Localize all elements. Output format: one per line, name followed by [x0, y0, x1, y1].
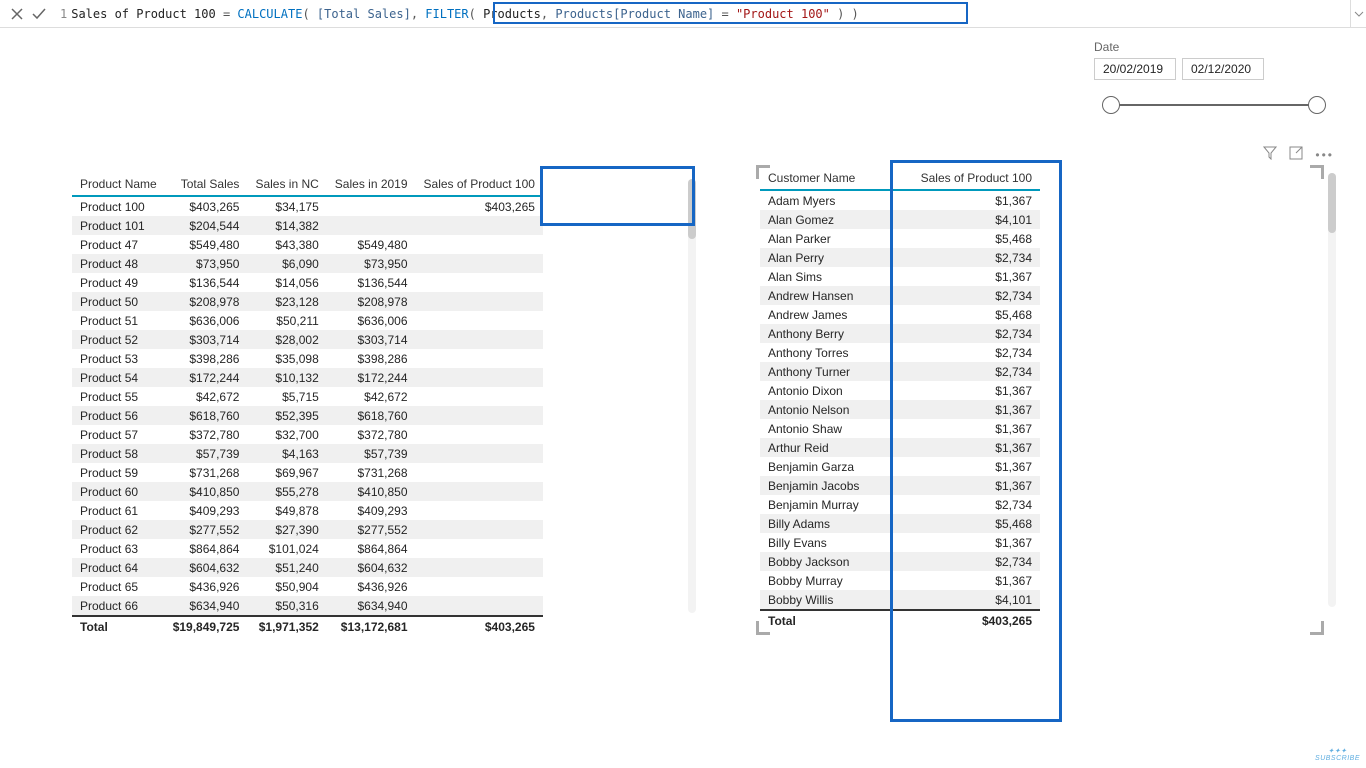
table-row[interactable]: Product 49$136,544$14,056$136,544	[72, 273, 543, 292]
table-row[interactable]: Product 62$277,552$27,390$277,552	[72, 520, 543, 539]
table-row[interactable]: Anthony Torres$2,734	[760, 343, 1040, 362]
table-row[interactable]: Product 50$208,978$23,128$208,978	[72, 292, 543, 311]
table-row[interactable]: Arthur Reid$1,367	[760, 438, 1040, 457]
table-row[interactable]: Andrew Hansen$2,734	[760, 286, 1040, 305]
scrollbar-vertical[interactable]	[1328, 173, 1336, 607]
formula-line-number: 1	[60, 7, 67, 21]
table-row[interactable]: Product 57$372,780$32,700$372,780	[72, 425, 543, 444]
table-row[interactable]: Product 65$436,926$50,904$436,926	[72, 577, 543, 596]
selection-corner	[756, 165, 770, 179]
table-row[interactable]: Product 61$409,293$49,878$409,293	[72, 501, 543, 520]
slider-thumb-start[interactable]	[1102, 96, 1120, 114]
table-row[interactable]: Bobby Murray$1,367	[760, 571, 1040, 590]
table-row[interactable]: Bobby Willis$4,101	[760, 590, 1040, 610]
table-row[interactable]: Anthony Berry$2,734	[760, 324, 1040, 343]
table-row[interactable]: Alan Perry$2,734	[760, 248, 1040, 267]
customer-sales-table: Customer NameSales of Product 100Adam My…	[760, 167, 1040, 631]
formula-input[interactable]: Sales of Product 100 = CALCULATE( [Total…	[71, 7, 859, 21]
table-row[interactable]: Product 60$410,850$55,278$410,850	[72, 482, 543, 501]
table-row[interactable]: Product 59$731,268$69,967$731,268	[72, 463, 543, 482]
table-row[interactable]: Andrew James$5,468	[760, 305, 1040, 324]
customer-sales-table-visual[interactable]: Customer NameSales of Product 100Adam My…	[760, 166, 1320, 631]
check-icon	[32, 8, 46, 20]
table-row[interactable]: Alan Sims$1,367	[760, 267, 1040, 286]
selection-corner	[1310, 165, 1324, 179]
visual-header-actions: •••	[1263, 146, 1334, 163]
table-row[interactable]: Product 55$42,672$5,715$42,672	[72, 387, 543, 406]
column-header[interactable]: Sales in 2019	[327, 173, 416, 196]
table-row[interactable]: Product 101$204,544$14,382	[72, 216, 543, 235]
table-row[interactable]: Product 51$636,006$50,211$636,006	[72, 311, 543, 330]
table-row[interactable]: Product 56$618,760$52,395$618,760	[72, 406, 543, 425]
column-header[interactable]: Sales of Product 100	[416, 173, 543, 196]
column-header[interactable]: Sales of Product 100	[890, 167, 1040, 190]
table-row[interactable]: Antonio Dixon$1,367	[760, 381, 1040, 400]
close-icon	[11, 8, 23, 20]
column-header[interactable]: Customer Name	[760, 167, 890, 190]
table-row[interactable]: Antonio Shaw$1,367	[760, 419, 1040, 438]
slicer-title: Date	[1094, 40, 1334, 54]
table-row[interactable]: Benjamin Garza$1,367	[760, 457, 1040, 476]
table-row[interactable]: Alan Parker$5,468	[760, 229, 1040, 248]
table-row[interactable]: Product 58$57,739$4,163$57,739	[72, 444, 543, 463]
table-row[interactable]: Billy Adams$5,468	[760, 514, 1040, 533]
table-row[interactable]: Benjamin Jacobs$1,367	[760, 476, 1040, 495]
table-row[interactable]: Alan Gomez$4,101	[760, 210, 1040, 229]
date-slicer[interactable]: Date 20/02/2019 02/12/2020	[1094, 40, 1334, 122]
slider-thumb-end[interactable]	[1308, 96, 1326, 114]
table-row[interactable]: Product 100$403,265$34,175$403,265	[72, 196, 543, 216]
date-slider[interactable]	[1094, 92, 1334, 122]
date-end-input[interactable]: 02/12/2020	[1182, 58, 1264, 80]
table-row[interactable]: Product 47$549,480$43,380$549,480	[72, 235, 543, 254]
table-row[interactable]: Product 52$303,714$28,002$303,714	[72, 330, 543, 349]
table-row[interactable]: Bobby Jackson$2,734	[760, 552, 1040, 571]
formula-cancel-button[interactable]	[6, 3, 28, 25]
table-row[interactable]: Product 66$634,940$50,316$634,940	[72, 596, 543, 616]
formula-bar: 1 Sales of Product 100 = CALCULATE( [Tot…	[0, 0, 1366, 28]
table-row[interactable]: Product 48$73,950$6,090$73,950	[72, 254, 543, 273]
product-sales-table-visual[interactable]: Product NameTotal SalesSales in NCSales …	[72, 172, 680, 637]
table-row[interactable]: Product 63$864,864$101,024$864,864	[72, 539, 543, 558]
subscribe-watermark: ✦✦✦ SUBSCRIBE	[1315, 747, 1360, 762]
table-total-row: Total$403,265	[760, 610, 1040, 631]
scrollbar-vertical[interactable]	[688, 179, 696, 613]
column-header[interactable]: Product Name	[72, 173, 165, 196]
formula-expand-button[interactable]	[1350, 0, 1366, 27]
table-row[interactable]: Benjamin Murray$2,734	[760, 495, 1040, 514]
column-header[interactable]: Sales in NC	[247, 173, 326, 196]
filter-icon[interactable]	[1263, 146, 1277, 163]
table-row[interactable]: Adam Myers$1,367	[760, 190, 1040, 210]
table-row[interactable]: Anthony Turner$2,734	[760, 362, 1040, 381]
focus-mode-icon[interactable]	[1289, 146, 1303, 163]
chevron-down-icon	[1354, 11, 1364, 17]
column-header[interactable]: Total Sales	[165, 173, 248, 196]
table-row[interactable]: Product 54$172,244$10,132$172,244	[72, 368, 543, 387]
table-row[interactable]: Billy Evans$1,367	[760, 533, 1040, 552]
formula-commit-button[interactable]	[28, 3, 50, 25]
table-total-row: Total$19,849,725$1,971,352$13,172,681$40…	[72, 616, 543, 637]
product-sales-table: Product NameTotal SalesSales in NCSales …	[72, 173, 543, 637]
table-row[interactable]: Product 53$398,286$35,098$398,286	[72, 349, 543, 368]
more-options-icon[interactable]: •••	[1315, 148, 1334, 162]
selection-corner	[1310, 621, 1324, 635]
table-row[interactable]: Product 64$604,632$51,240$604,632	[72, 558, 543, 577]
selection-corner	[756, 621, 770, 635]
table-row[interactable]: Antonio Nelson$1,367	[760, 400, 1040, 419]
date-start-input[interactable]: 20/02/2019	[1094, 58, 1176, 80]
